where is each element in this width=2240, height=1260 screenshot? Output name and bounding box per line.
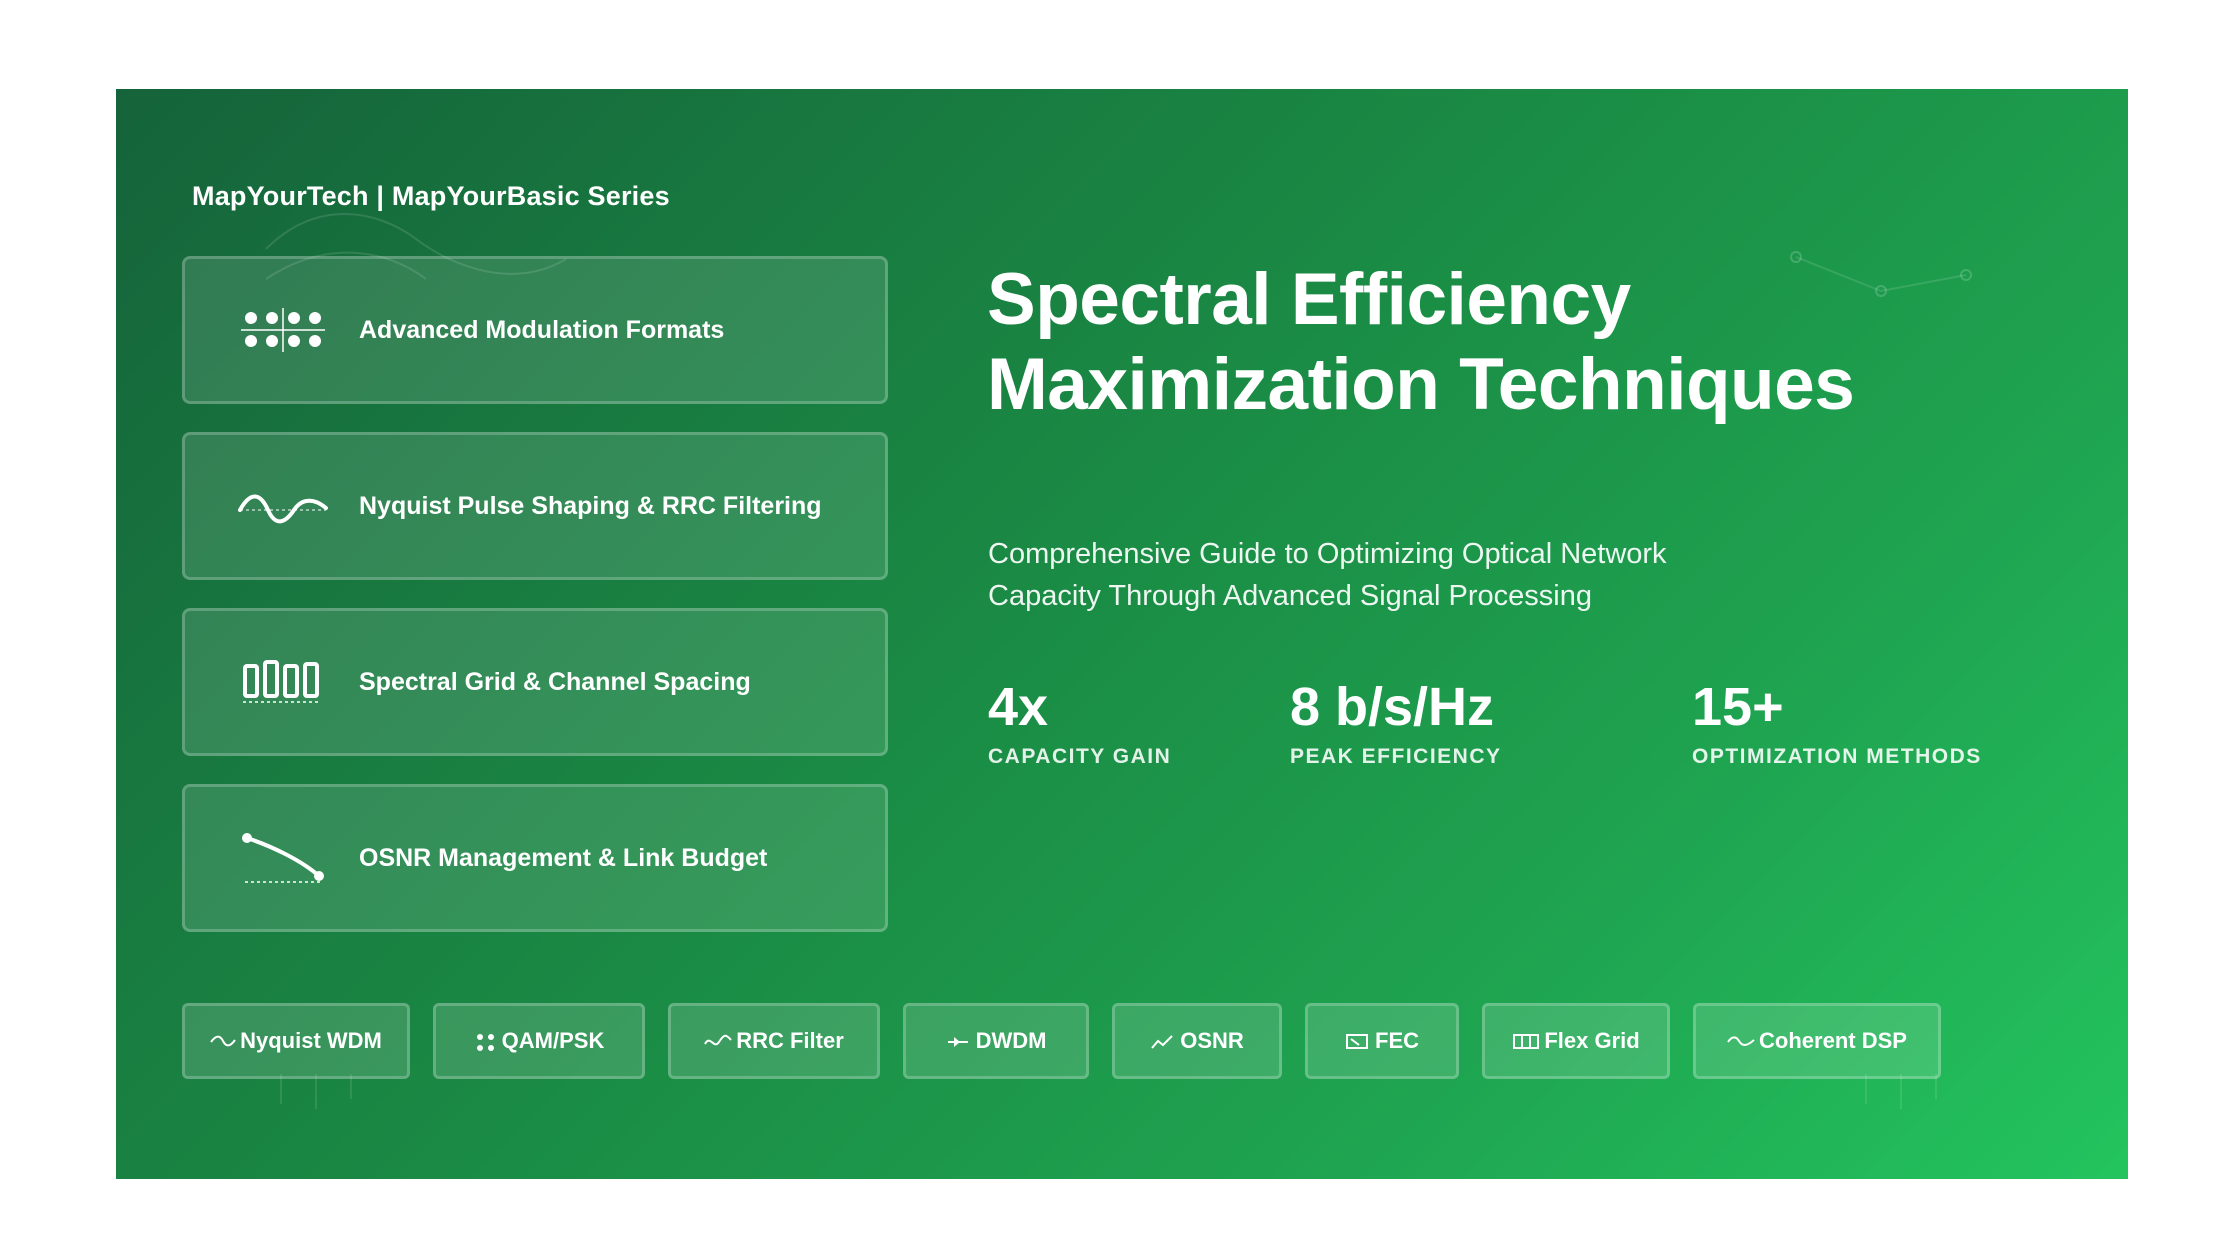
topic-label: Spectral Grid & Channel Spacing [359, 667, 751, 696]
page-subtitle: Comprehensive Guide to Optimizing Optica… [988, 533, 1888, 617]
slide: MapYourTech | MapYourBasic Series Advanc… [116, 89, 2128, 1179]
title-line-2: Maximization Techniques [987, 344, 1855, 425]
tag-label: Coherent DSP [1759, 1028, 1907, 1053]
box-icon [1345, 1032, 1371, 1050]
stat-peak-efficiency: 8 b/s/Hz PEAK EFFICIENCY [1290, 677, 1502, 769]
tag-nyquist-wdm[interactable]: Nyquist WDM [182, 1003, 410, 1079]
channel-grid-icon [233, 652, 333, 712]
subtitle-line-1: Comprehensive Guide to Optimizing Optica… [988, 538, 1667, 570]
stat-value: 4x [988, 677, 1049, 737]
tag-flex-grid[interactable]: Flex Grid [1482, 1003, 1670, 1079]
topic-label: Advanced Modulation Formats [359, 315, 725, 344]
tag-label: QAM/PSK [501, 1028, 605, 1053]
stat-caption: CAPACITY GAIN [988, 745, 1172, 768]
dots-icon [474, 1029, 498, 1053]
stat-value: 8 b/s/Hz [1290, 677, 1495, 737]
topic-card-osnr[interactable]: OSNR Management & Link Budget [182, 784, 888, 932]
tag-label: Nyquist WDM [240, 1028, 382, 1053]
line-chart-icon [1150, 1032, 1176, 1050]
stat-caption: OPTIMIZATION METHODS [1692, 745, 1982, 768]
wave-icon [704, 1032, 732, 1050]
tag-rrc-filter[interactable]: RRC Filter [668, 1003, 880, 1079]
tag-dwdm[interactable]: DWDM [903, 1003, 1089, 1079]
page-title: Spectral Efficiency Maximization Techniq… [987, 257, 2037, 427]
wave-icon [210, 1034, 236, 1048]
tag-coherent-dsp[interactable]: Coherent DSP [1693, 1003, 1941, 1079]
topic-label: OSNR Management & Link Budget [359, 843, 768, 872]
subtitle-line-2: Capacity Through Advanced Signal Process… [988, 580, 1593, 612]
topic-card-nyquist[interactable]: Nyquist Pulse Shaping & RRC Filtering [182, 432, 888, 580]
tag-label: FEC [1375, 1028, 1419, 1053]
arrow-icon [946, 1034, 972, 1048]
constellation-icon [233, 300, 333, 360]
grid-icon [1512, 1032, 1540, 1050]
title-line-1: Spectral Efficiency [987, 259, 1631, 340]
tag-label: OSNR [1180, 1028, 1244, 1053]
stat-optimization-methods: 15+ OPTIMIZATION METHODS [1692, 677, 1982, 769]
brand-header: MapYourTech | MapYourBasic Series [192, 181, 670, 211]
stat-value: 15+ [1692, 677, 1784, 737]
decay-curve-icon [233, 828, 333, 888]
wave-icon [1727, 1034, 1755, 1048]
stat-caption: PEAK EFFICIENCY [1290, 745, 1502, 768]
topic-label: Nyquist Pulse Shaping & RRC Filtering [359, 491, 822, 520]
wave-icon [233, 476, 333, 536]
topic-card-spectral-grid[interactable]: Spectral Grid & Channel Spacing [182, 608, 888, 756]
stat-capacity-gain: 4x CAPACITY GAIN [988, 677, 1171, 769]
topic-card-modulation[interactable]: Advanced Modulation Formats [182, 256, 888, 404]
tag-fec[interactable]: FEC [1305, 1003, 1459, 1079]
topic-list: Advanced Modulation Formats Nyquist Puls… [182, 256, 888, 960]
tag-label: RRC Filter [736, 1028, 844, 1053]
tag-qam-psk[interactable]: QAM/PSK [433, 1003, 645, 1079]
tag-osnr[interactable]: OSNR [1112, 1003, 1282, 1079]
tag-label: DWDM [975, 1028, 1047, 1053]
tag-label: Flex Grid [1544, 1028, 1640, 1053]
